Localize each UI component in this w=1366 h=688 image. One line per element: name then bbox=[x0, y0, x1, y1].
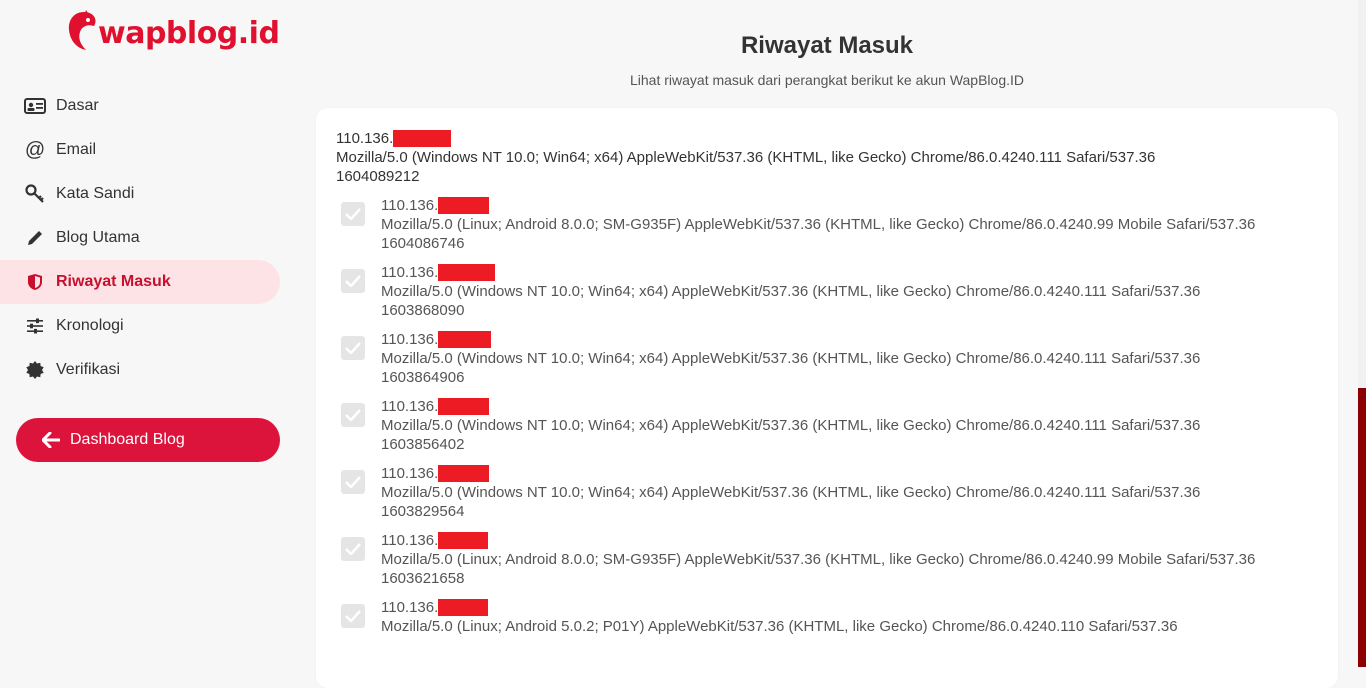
checkbox[interactable] bbox=[341, 336, 365, 360]
at-icon: @ bbox=[24, 138, 46, 161]
bird-logo-icon bbox=[66, 8, 102, 59]
badge-icon bbox=[24, 359, 46, 381]
session-time: 1603621658 bbox=[381, 570, 465, 587]
session-agent: Mozilla/5.0 (Windows NT 10.0; Win64; x64… bbox=[381, 283, 1201, 300]
session-time: 1603829564 bbox=[381, 503, 465, 520]
redaction-bar bbox=[393, 130, 452, 147]
redaction-bar bbox=[438, 331, 492, 348]
checkbox[interactable] bbox=[341, 604, 365, 628]
sidebar-nav: Dasar @ Email Kata Sandi Blog Utama Riwa… bbox=[0, 84, 280, 392]
list-item: 110.136. Mozilla/5.0 (Windows NT 10.0; W… bbox=[341, 263, 1321, 320]
sidebar-item-label: Kata Sandi bbox=[56, 185, 135, 202]
list-item: 110.136. Mozilla/5.0 (Linux; Android 8.0… bbox=[341, 196, 1321, 253]
redaction-bar bbox=[438, 532, 489, 549]
sidebar-item-blog-utama[interactable]: Blog Utama bbox=[0, 216, 280, 260]
checkbox[interactable] bbox=[341, 537, 365, 561]
ip-prefix: 110.136. bbox=[381, 398, 439, 415]
scrollbar-thumb[interactable] bbox=[1358, 388, 1366, 667]
redaction-bar bbox=[438, 264, 496, 281]
checkbox[interactable] bbox=[341, 202, 365, 226]
sidebar-item-verifikasi[interactable]: Verifikasi bbox=[0, 348, 280, 392]
session-agent: Mozilla/5.0 (Windows NT 10.0; Win64; x64… bbox=[381, 417, 1201, 434]
redaction-bar bbox=[438, 398, 490, 415]
session-agent: Mozilla/5.0 (Windows NT 10.0; Win64; x64… bbox=[336, 149, 1156, 166]
session-time: 1604089212 bbox=[336, 168, 420, 185]
arrow-left-icon bbox=[42, 432, 60, 448]
shield-icon bbox=[24, 271, 46, 293]
page-title: Riwayat Masuk bbox=[740, 32, 914, 59]
sidebar-item-label: Kronologi bbox=[56, 317, 124, 334]
redaction-bar bbox=[438, 197, 490, 214]
id-card-icon bbox=[24, 95, 46, 117]
dashboard-blog-label: Dashboard Blog bbox=[70, 431, 185, 448]
checkbox[interactable] bbox=[341, 470, 365, 494]
pencil-icon bbox=[24, 227, 46, 249]
login-history-card: 110.136. Mozilla/5.0 (Windows NT 10.0; W… bbox=[316, 108, 1338, 688]
logo-text: wapblog.id bbox=[98, 15, 280, 51]
sidebar-item-email[interactable]: @ Email bbox=[0, 128, 280, 172]
list-item: 110.136. Mozilla/5.0 (Linux; Android 8.0… bbox=[341, 531, 1321, 588]
session-ip: 110.136. bbox=[336, 129, 1155, 148]
session-agent: Mozilla/5.0 (Linux; Android 8.0.0; SM-G9… bbox=[381, 216, 1256, 233]
session-time: 1603868090 bbox=[381, 302, 465, 319]
key-icon bbox=[24, 183, 46, 205]
redaction-bar bbox=[438, 599, 489, 616]
redaction-bar bbox=[438, 465, 490, 482]
sidebar: wapblog.id Dasar @ Email Kata Sandi Blog… bbox=[0, 0, 296, 667]
ip-prefix: 110.136. bbox=[381, 465, 439, 482]
session-time: 1604086746 bbox=[381, 235, 465, 252]
session-agent: Mozilla/5.0 (Windows NT 10.0; Win64; x64… bbox=[381, 484, 1201, 501]
checkbox[interactable] bbox=[341, 403, 365, 427]
sliders-icon bbox=[24, 315, 46, 337]
sidebar-item-kronologi[interactable]: Kronologi bbox=[0, 304, 280, 348]
list-item: 110.136. Mozilla/5.0 (Windows NT 10.0; W… bbox=[341, 464, 1321, 521]
sidebar-item-label: Riwayat Masuk bbox=[56, 273, 171, 290]
sidebar-item-label: Verifikasi bbox=[56, 361, 121, 378]
ip-prefix: 110.136. bbox=[381, 197, 439, 214]
sidebar-item-label: Blog Utama bbox=[56, 229, 140, 246]
sidebar-item-kata-sandi[interactable]: Kata Sandi bbox=[0, 172, 280, 216]
sidebar-item-dasar[interactable]: Dasar bbox=[0, 84, 280, 128]
ip-prefix: 110.136. bbox=[381, 599, 439, 616]
dashboard-blog-button[interactable]: Dashboard Blog bbox=[16, 418, 280, 462]
ip-prefix: 110.136. bbox=[381, 264, 439, 281]
session-time: 1603856402 bbox=[381, 436, 465, 453]
ip-prefix: 110.136. bbox=[336, 130, 394, 147]
session-agent: Mozilla/5.0 (Linux; Android 5.0.2; P01Y)… bbox=[381, 618, 1178, 635]
current-session: 110.136. Mozilla/5.0 (Windows NT 10.0; W… bbox=[336, 129, 1155, 186]
session-time: 1603864906 bbox=[381, 369, 465, 386]
checkbox[interactable] bbox=[341, 269, 365, 293]
sidebar-item-riwayat-masuk[interactable]: Riwayat Masuk bbox=[0, 260, 280, 304]
page-subtitle: Lihat riwayat masuk dari perangkat berik… bbox=[629, 72, 1024, 88]
logo[interactable]: wapblog.id bbox=[66, 8, 280, 59]
session-list: 110.136. Mozilla/5.0 (Linux; Android 8.0… bbox=[341, 196, 1321, 646]
session-agent: Mozilla/5.0 (Windows NT 10.0; Win64; x64… bbox=[381, 350, 1201, 367]
ip-prefix: 110.136. bbox=[381, 331, 439, 348]
sidebar-item-label: Dasar bbox=[56, 97, 99, 114]
sidebar-item-label: Email bbox=[56, 141, 97, 158]
list-item: 110.136. Mozilla/5.0 (Linux; Android 5.0… bbox=[341, 598, 1321, 636]
ip-prefix: 110.136. bbox=[381, 532, 439, 549]
list-item: 110.136. Mozilla/5.0 (Windows NT 10.0; W… bbox=[341, 330, 1321, 387]
list-item: 110.136. Mozilla/5.0 (Windows NT 10.0; W… bbox=[341, 397, 1321, 454]
session-agent: Mozilla/5.0 (Linux; Android 8.0.0; SM-G9… bbox=[381, 551, 1256, 568]
